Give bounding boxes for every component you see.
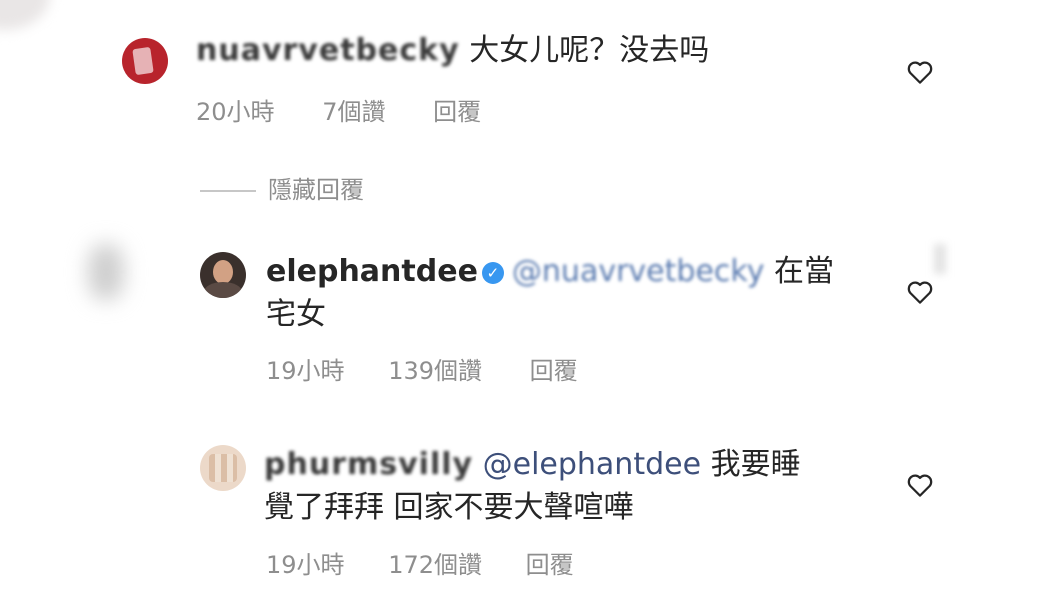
side-decoration-right	[934, 244, 946, 274]
divider-line	[200, 190, 256, 192]
avatar[interactable]	[122, 38, 168, 84]
hide-replies-label: 隱藏回覆	[268, 176, 364, 204]
comment-text-line-1: 在當	[774, 254, 834, 289]
comment-meta: 19小時 172個讚 回覆	[266, 545, 574, 580]
comment-body-line-1: phurmsvilly @elephantdee 我要睡	[264, 446, 801, 484]
comment-username[interactable]: phurmsvilly	[264, 446, 473, 484]
comment-time: 20小時	[196, 98, 275, 126]
side-decoration-left	[88, 244, 124, 300]
comment-likes[interactable]: 7個讚	[322, 92, 385, 127]
avatar[interactable]	[200, 252, 246, 298]
comment-meta: 20小時 7個讚 回覆	[196, 92, 481, 127]
heart-outline-icon[interactable]	[905, 57, 935, 87]
reply-button[interactable]: 回覆	[530, 351, 578, 386]
heart-outline-icon[interactable]	[905, 470, 935, 500]
comment-body-line-2: 覺了拜拜 回家不要大聲喧嘩	[264, 489, 634, 527]
comment-body: nuavrvetbecky 大女儿呢？没去吗	[196, 32, 709, 70]
comment-time: 19小時	[266, 551, 345, 579]
reply-button[interactable]: 回覆	[526, 545, 574, 580]
avatar[interactable]	[200, 445, 246, 491]
comment-text-line-1: 我要睡	[710, 447, 801, 482]
comment-text-line-2: 覺了拜拜 回家不要大聲喧嘩	[264, 490, 634, 525]
comment-likes[interactable]: 172個讚	[388, 545, 482, 580]
comment-body-line-1: elephantdee ✓ @nuavrvetbecky 在當	[266, 253, 834, 291]
comment-text-line-2: 宅女	[266, 297, 326, 332]
comment-text: 大女儿呢？没去吗	[469, 33, 710, 68]
comment-likes[interactable]: 139個讚	[388, 351, 482, 386]
comment-mention[interactable]: @nuavrvetbecky	[512, 253, 765, 291]
comment-mention[interactable]: @elephantdee	[483, 447, 701, 482]
verified-badge-icon: ✓	[481, 261, 504, 284]
heart-outline-icon[interactable]	[905, 277, 935, 307]
reply-button[interactable]: 回覆	[433, 92, 481, 127]
hide-replies-toggle[interactable]: 隱藏回覆	[200, 170, 364, 205]
comment-body-line-2: 宅女	[266, 296, 326, 334]
comment-username[interactable]: elephantdee	[266, 254, 478, 289]
corner-decoration	[0, 0, 50, 30]
comment-username[interactable]: nuavrvetbecky	[196, 32, 460, 70]
comment-meta: 19小時 139個讚 回覆	[266, 351, 578, 386]
comment-time: 19小時	[266, 357, 345, 385]
